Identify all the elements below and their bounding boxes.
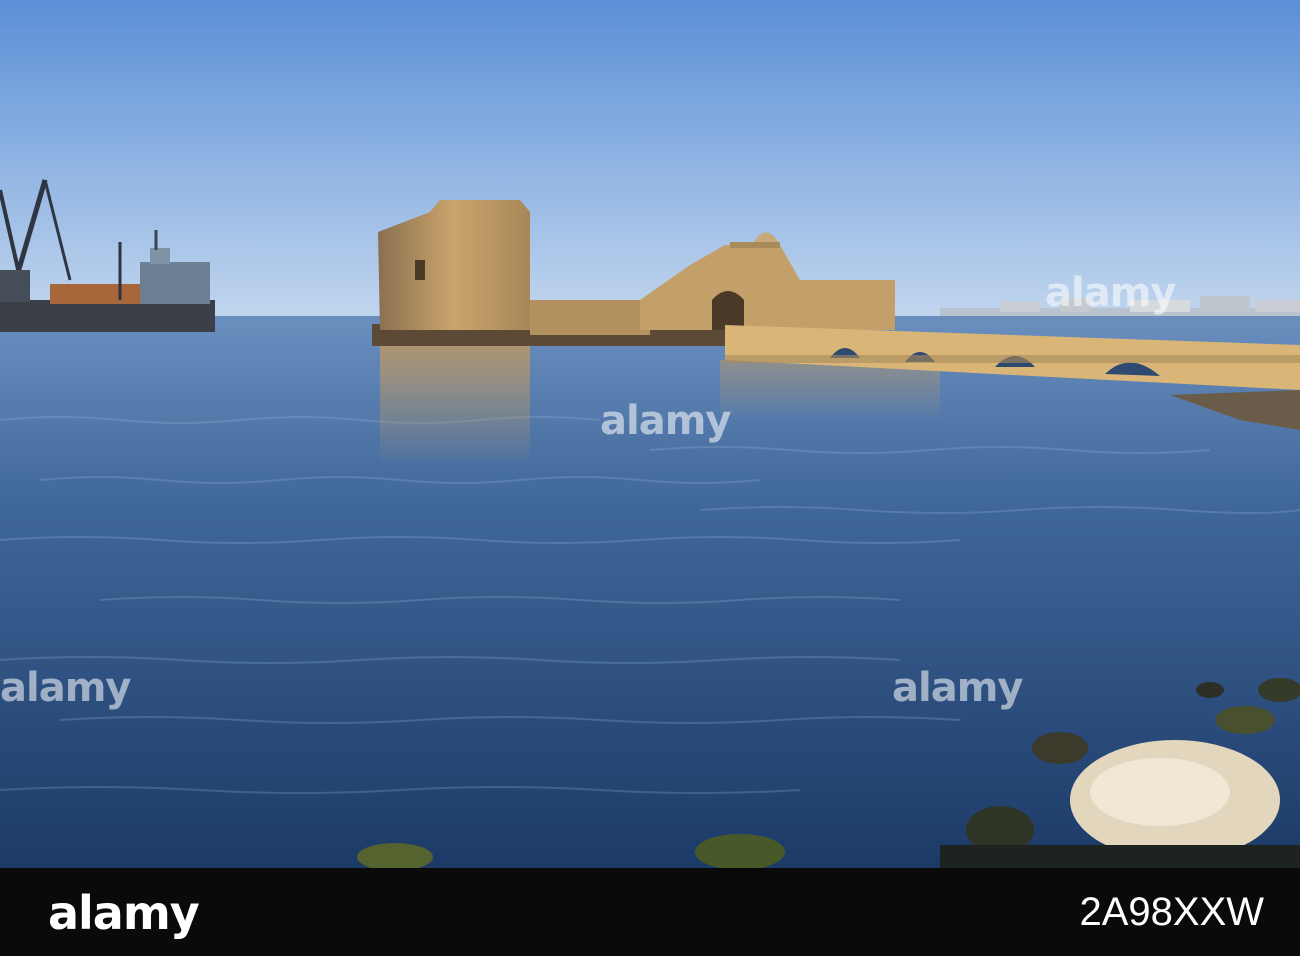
watermark: alamy	[1045, 270, 1176, 316]
stock-footer: alamy 2A98XXW	[0, 868, 1300, 956]
watermark: alamy	[600, 398, 731, 444]
alamy-logo: alamy	[48, 886, 200, 940]
watermark: alamy	[892, 665, 1023, 711]
watermark: alamy	[0, 665, 131, 711]
image-code: 2A98XXW	[1079, 890, 1264, 934]
photo: alamy alamy alamy alamy	[0, 0, 1300, 868]
